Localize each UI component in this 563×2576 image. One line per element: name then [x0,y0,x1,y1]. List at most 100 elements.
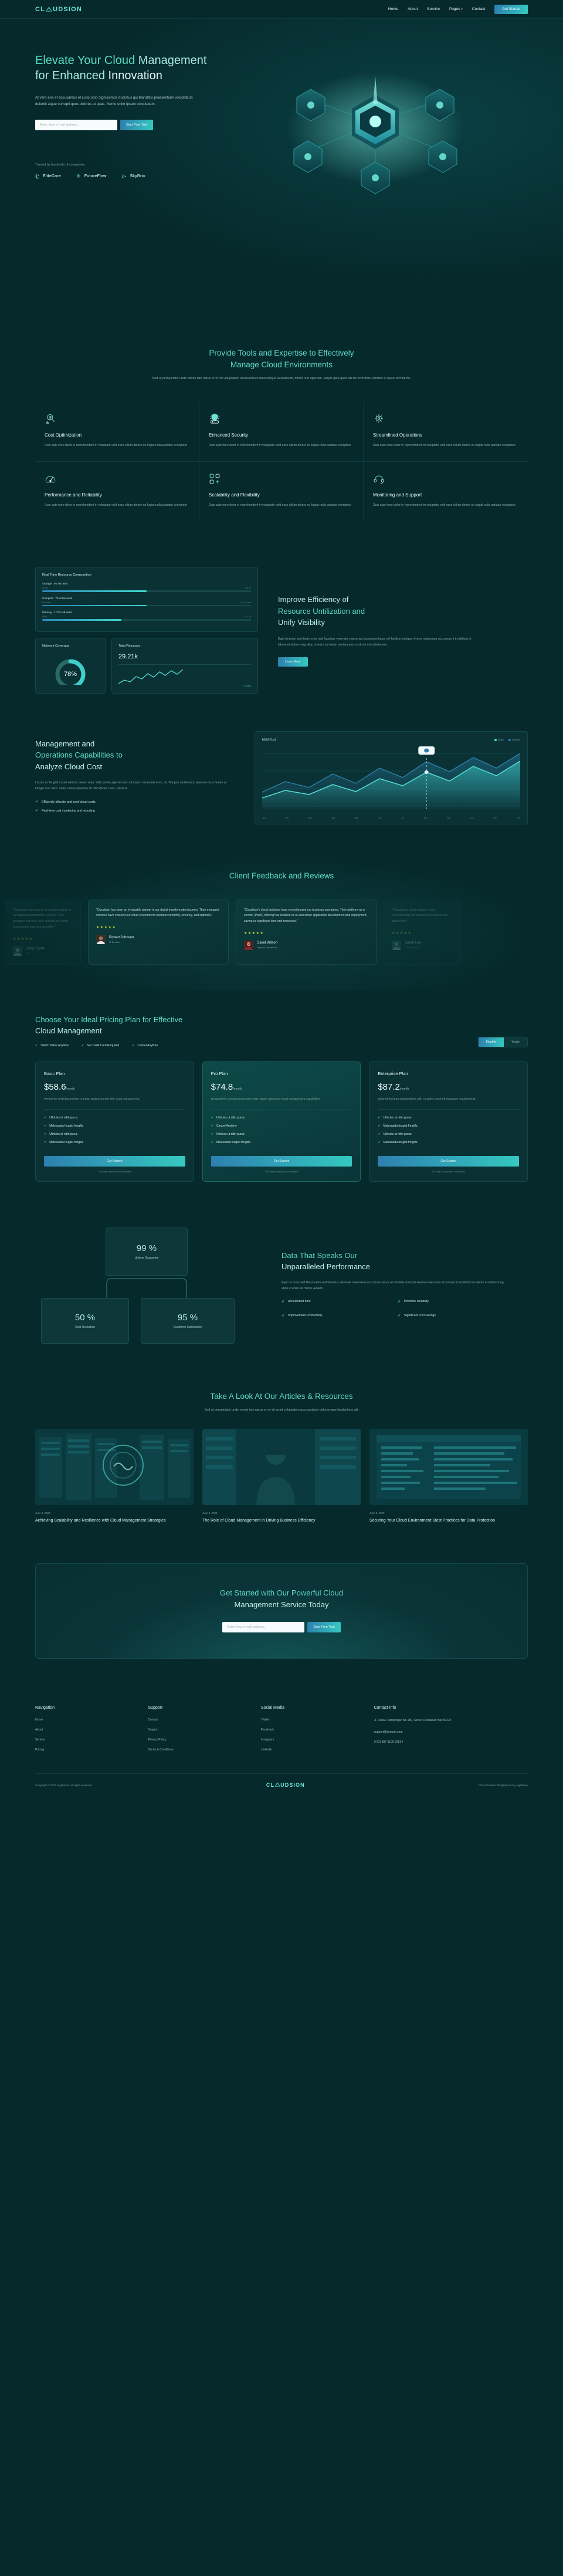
footer-link-twitter[interactable]: Twitter [261,1718,374,1722]
logo[interactable]: CL UDSION [35,6,82,13]
nav-item-service[interactable]: Service [427,7,440,11]
plan-cta-button[interactable]: Get Started [44,1155,185,1167]
testimonial-name: Emily Carter [26,947,46,951]
nav-label: Service [427,7,440,11]
nav-item-home[interactable]: Home [388,7,398,11]
feature-title: Performance and Reliability [45,492,102,498]
footer-link-home[interactable]: Home [35,1718,148,1722]
cta-submit-button[interactable]: Start Free Trial [307,1622,341,1633]
footer-link-privacy[interactable]: Privacy Policy [148,1738,262,1742]
plan-feature: ✔ Malesuada feugiat fringilla [378,1124,519,1128]
x-tick: Jul [401,817,404,820]
footer-credit: Cloud Solution Template Kit by Jegtheme [479,1783,528,1787]
pricing-heading-line2: Cloud Management [35,1026,102,1036]
efficiency-section: Real Time Resource Comsumtion Storage : … [0,545,563,711]
footer-link-about[interactable]: About [35,1728,148,1732]
testimonials-carousel[interactable]: "Cloudsion has been an invaluable partne… [0,899,563,965]
article-title[interactable]: Securing Your Cloud Environment: Best Pr… [369,1518,528,1524]
footer-address: Jl. Danau Tamblingan No.180, Sanur, Denp… [374,1719,452,1723]
efficiency-heading: Improve Efficiency of Resource Untilizat… [278,594,472,628]
testimonial-card[interactable]: "Cloudsion has been an invaluable partne… [88,899,229,965]
bar-label: Storage : 80 TB used [42,582,68,586]
check-icon: ✔ [211,1132,213,1136]
billing-period-toggle[interactable]: Monthly Yearly [477,1036,528,1047]
plan-feature-label: Ultricies ut nibh purus [216,1132,245,1136]
article-date: June 8, 2023 [35,1512,50,1515]
toggle-monthly[interactable]: Monthly [478,1037,504,1047]
article-title[interactable]: The Role of Cloud Management in Driving … [202,1518,361,1524]
testimonial-card[interactable]: "Cloudsion's cloud solutions have revolu… [236,899,377,965]
plan-price: $58.6/month [44,1082,185,1092]
articles-subtitle: Sed ut perspiciatis unde omnis iste natu… [204,1408,359,1412]
features-title: Provide Tools and Expertise to Effective… [35,347,528,370]
article-card[interactable]: June 8, 2023 The Role of Cloud Managemen… [202,1429,361,1524]
footer-copyright: Copyright © 2023 Jegtheme. All rights re… [35,1783,93,1787]
footer-link-service[interactable]: Service [35,1738,148,1742]
footer-link-facebook[interactable]: Facebook [261,1728,374,1732]
plan-feature-label: Ultricies ut nibh purus [49,1132,78,1136]
efficiency-heading-line2: Resource Untilization and [278,606,365,616]
hero-email-input[interactable] [35,119,117,130]
plan-cta-button[interactable]: Get Started [378,1155,519,1167]
cta-heading: Get Started with Our Powerful Cloud Mana… [36,1587,527,1610]
footer-link-instagram[interactable]: Instagram [261,1738,374,1742]
check-icon: ✔ [211,1124,213,1128]
rating-stars: ★★★★★ [392,931,412,935]
feature-title: Cost Optimization [45,432,82,438]
testimonial-role: IT Director [109,940,120,944]
hero-section: Elevate Your Cloud Management for Enhanc… [0,19,563,312]
cta-signup-form: Start Free Trial [36,1622,527,1633]
nav-item-pages[interactable]: Pages ▾ [449,7,463,11]
plan-feature-label: Ultricies ut nibh purus [216,1115,245,1120]
footer-column-social: Social Media Twitter Facebook Instagram … [261,1706,374,1758]
features-subtitle: Sed ut perspiciatis unde omnis iste natu… [152,377,411,381]
feature-title: Streamlined Operations [373,432,423,438]
nav-item-contact[interactable]: Contact [472,7,485,11]
article-card[interactable]: June 8, 2023 Achieving Scalability and R… [35,1429,194,1524]
plan-feature-label: Malesuada feugiat fringilla [49,1124,84,1128]
testimonial-card[interactable]: "Cloudsion has been an invaluable partne… [5,899,81,965]
check-icon: ✔ [211,1140,213,1144]
stat-label: Uptime Guarantee [134,1256,159,1260]
efficiency-heading-line3: Unify Visibility [278,618,325,627]
get-started-button[interactable]: Get Started [494,4,528,14]
learn-more-button[interactable]: Learn More [278,657,308,667]
testimonial-quote: "Cloudsion's cloud solutions have revolu… [392,908,448,924]
brand-logos: EliteCore FutureFlow SkyBrix [35,174,252,179]
bar-track [42,590,251,592]
nav-item-about[interactable]: About [408,7,418,11]
plan-price-period: /month [233,1087,242,1091]
footer-email[interactable]: support@domain.com [374,1730,528,1734]
logo-text-pre: CL [35,5,46,13]
management-heading-line1: Management and [35,739,95,748]
futureflow-logo-icon [76,174,82,179]
article-title[interactable]: Achieving Scalability and Resilience wit… [35,1518,194,1524]
footer-link-support[interactable]: Support [148,1728,262,1732]
article-card[interactable]: June 8, 2023 Securing Your Cloud Environ… [369,1429,528,1524]
footer-logo[interactable]: CL UDSION [266,1782,305,1788]
cta-email-input[interactable] [222,1622,305,1633]
avatar [244,940,253,950]
rating-stars: ★★★★★ [13,937,33,941]
footer-link-terms[interactable]: Terms & Conditions [148,1748,262,1752]
plan-cta-button[interactable]: Get Started [211,1155,352,1167]
plan-feature-label: Malesuada feugiat fringilla [49,1140,84,1144]
footer-link-linkedin[interactable]: Linkedin [261,1748,374,1752]
divider [211,1108,352,1110]
plan-note: *15 Days Money back Guarantee [98,1170,131,1173]
check-icon: ✔ [35,800,39,804]
x-tick: Apr [331,817,335,820]
plan-note: *15 Days Money back Guarantee [432,1170,465,1173]
testimonial-card[interactable]: "Cloudsion's cloud solutions have revolu… [384,899,460,965]
chip-label: No Credit Card Required [87,1043,120,1047]
footer-phone[interactable]: (+62) 887-1106-22814 [374,1740,528,1744]
toggle-yearly[interactable]: Yearly [504,1037,527,1047]
hero-submit-button[interactable]: Start Free Trial [120,119,154,130]
footer-link-pricing[interactable]: Pricing [35,1748,148,1752]
bar-min: 50 cores [42,601,50,604]
plan-feature-label: Ultricies ut nibh purus [49,1115,78,1120]
testimonial-role: Product Lead [405,946,419,949]
footer-link-contact[interactable]: Contact [148,1718,262,1722]
plan-desc: Tailored for large organizations with co… [378,1097,476,1101]
pricing-chip: ✔ Switch Plans Anytime [35,1044,69,1047]
